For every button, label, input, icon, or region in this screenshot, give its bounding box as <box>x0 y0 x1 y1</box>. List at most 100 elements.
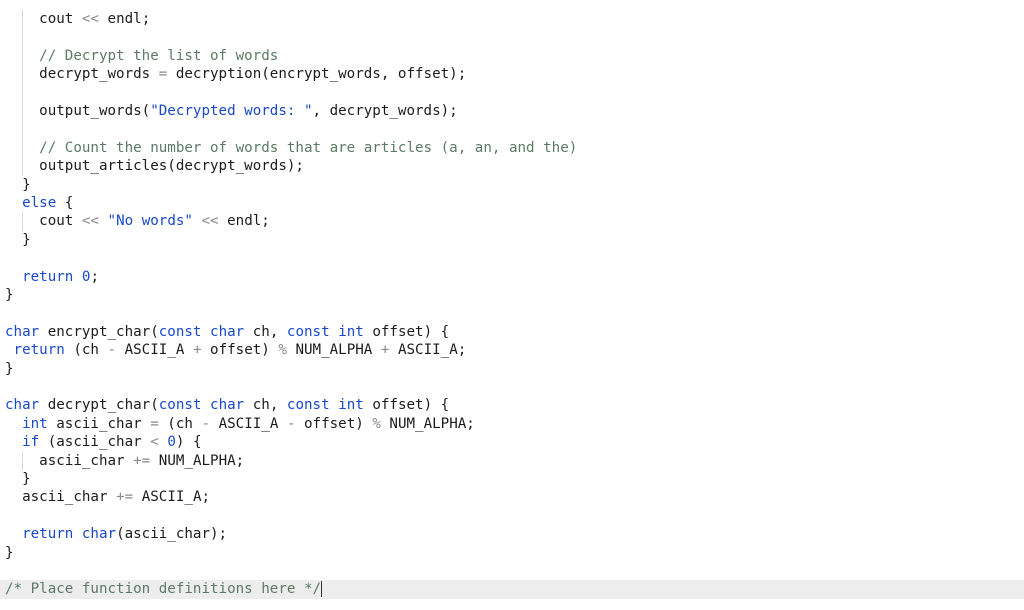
code-line[interactable]: cout << endl; <box>0 10 1024 29</box>
code-text: return (ch - ASCII_A + offset) % NUM_ALP… <box>5 341 467 359</box>
code-line[interactable]: output_words("Decrypted words: ", decryp… <box>0 102 1024 121</box>
token: } <box>22 231 31 248</box>
code-line[interactable]: // Count the number of words that are ar… <box>0 138 1024 158</box>
code-line[interactable]: ascii_char += ASCII_A; <box>0 488 1024 506</box>
token: (ch <box>158 415 202 432</box>
code-line[interactable] <box>0 120 1024 139</box>
token-op: = <box>150 415 159 432</box>
code-line[interactable]: /* Place function definitions here */ <box>0 580 1024 599</box>
token: cout <box>39 213 82 230</box>
code-line[interactable] <box>0 83 1024 102</box>
code-line[interactable]: return char(ascii_char); <box>0 525 1024 543</box>
token-kw: char <box>5 397 40 414</box>
token-cm: // Count the number of words that are ar… <box>39 139 578 156</box>
token: } <box>5 360 14 377</box>
token-op: << <box>81 11 99 27</box>
code-line[interactable]: // Decrypt the list of words <box>0 46 1024 66</box>
code-line[interactable] <box>0 304 1024 322</box>
token: NUM_ALPHA; <box>380 415 475 432</box>
token-kw: char <box>5 323 40 340</box>
code-text: ascii_char += NUM_ALPHA; <box>5 452 244 470</box>
token-str: "Decrypted words: " <box>150 103 313 119</box>
code-line[interactable]: cout << "No words" << endl; <box>0 212 1024 231</box>
code-text: } <box>5 286 14 304</box>
code-line[interactable]: } <box>0 286 1024 304</box>
code-line[interactable]: decrypt_words = decryption(encrypt_words… <box>0 65 1024 84</box>
code-text: return char(ascii_char); <box>5 525 227 543</box>
token: ASCII_A; <box>133 489 211 506</box>
code-text: } <box>5 470 31 488</box>
token: encrypt_char( <box>39 323 159 340</box>
code-line[interactable]: output_articles(decrypt_words); <box>0 157 1024 176</box>
token-kw: const <box>158 323 202 340</box>
token: } <box>22 471 31 487</box>
token: (ascii_char); <box>116 526 228 543</box>
token-kw: int <box>338 397 364 414</box>
token: decrypt_char( <box>39 397 159 414</box>
indent-guide <box>22 120 23 139</box>
token-num: 0 <box>167 434 176 451</box>
code-text: cout << "No words" << endl; <box>5 212 270 230</box>
code-line[interactable]: return 0; <box>0 268 1024 286</box>
code-text: char encrypt_char(const char ch, const i… <box>5 323 449 341</box>
code-line[interactable]: } <box>0 470 1024 488</box>
token: NUM_ALPHA; <box>150 452 245 469</box>
token: } <box>5 287 14 303</box>
code-line[interactable] <box>0 507 1024 525</box>
code-line[interactable]: } <box>0 231 1024 249</box>
token: output_words( <box>39 103 151 119</box>
code-line[interactable] <box>0 378 1024 396</box>
token: ascii_char <box>39 452 134 469</box>
token: ch, <box>244 323 287 340</box>
code-line[interactable] <box>0 562 1024 580</box>
code-line[interactable] <box>0 28 1024 47</box>
token: offset) <box>295 415 373 432</box>
token-op: % <box>278 342 287 359</box>
code-line[interactable]: int ascii_char = (ch - ASCII_A - offset)… <box>0 415 1024 433</box>
token: output_articles(decrypt_words); <box>39 158 304 175</box>
token-kw: char <box>210 397 245 414</box>
code-text: else { <box>5 194 73 212</box>
code-text: /* Place function definitions here */ <box>5 580 323 598</box>
token: , decrypt_words); <box>312 103 458 119</box>
indent-guide <box>22 83 23 102</box>
code-text: } <box>5 544 14 562</box>
token: endl; <box>98 11 151 27</box>
token-kw: const <box>286 397 330 414</box>
code-text: decrypt_words = decryption(encrypt_words… <box>5 65 466 83</box>
code-line[interactable]: else { <box>0 194 1024 212</box>
token: { <box>56 195 74 211</box>
token: (ascii_char <box>39 434 151 451</box>
token-op: - <box>107 342 117 359</box>
code-text: } <box>5 360 14 378</box>
code-line[interactable]: } <box>0 544 1024 562</box>
code-line[interactable] <box>0 249 1024 267</box>
code-line[interactable]: } <box>0 176 1024 194</box>
token-op: += <box>133 452 151 469</box>
code-line[interactable]: if (ascii_char < 0) { <box>0 433 1024 451</box>
token: } <box>22 176 31 193</box>
code-editor[interactable]: cout << endl; // Decrypt the list of wor… <box>0 0 1024 610</box>
code-line[interactable]: return (ch - ASCII_A + offset) % NUM_ALP… <box>0 341 1024 359</box>
code-line[interactable]: ascii_char += NUM_ALPHA; <box>0 451 1024 470</box>
token-op: += <box>116 489 134 506</box>
code-text: ascii_char += ASCII_A; <box>5 488 210 506</box>
token-kw: return <box>13 342 65 359</box>
code-line[interactable]: } <box>0 360 1024 378</box>
code-line[interactable]: char decrypt_char(const char ch, const i… <box>0 396 1024 414</box>
token: ; <box>90 268 99 285</box>
token: offset) { <box>363 397 450 414</box>
code-line[interactable]: char encrypt_char(const char ch, const i… <box>0 323 1024 341</box>
code-text: if (ascii_char < 0) { <box>5 433 201 451</box>
token: offset) { <box>363 323 450 340</box>
